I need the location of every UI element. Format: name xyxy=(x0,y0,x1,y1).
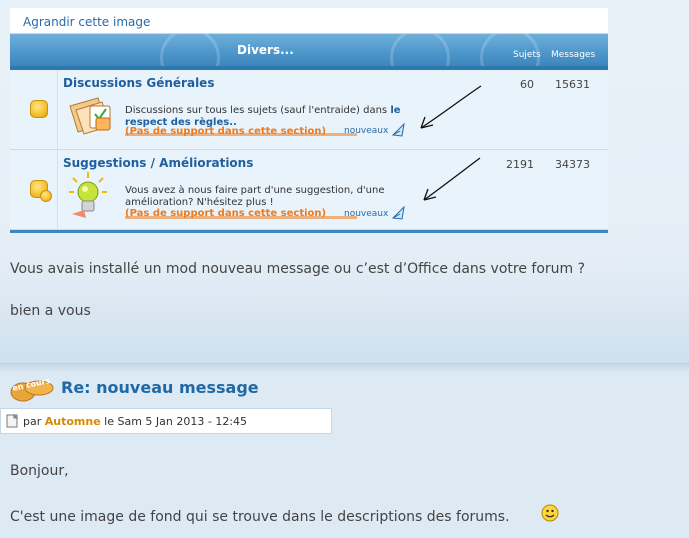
post-author-bar: par Automne le Sam 5 Jan 2013 - 12:45 xyxy=(0,408,332,434)
post-text-line: bien a vous xyxy=(10,303,91,319)
post-text-line: Vous avais installé un mod nouveau messa… xyxy=(10,261,586,277)
new-posts-label[interactable]: nouveaux xyxy=(344,126,388,136)
post-text-line: C'est une image de fond qui se trouve da… xyxy=(10,509,510,525)
enlarge-image-bar: Agrandir cette image xyxy=(10,8,608,34)
rules-link-part1[interactable]: le xyxy=(390,105,400,116)
topics-count: 2191 xyxy=(506,158,534,171)
hand-drawn-arrow xyxy=(420,85,482,129)
forum-status-icon-small xyxy=(40,190,52,202)
new-posts-icon[interactable] xyxy=(392,123,406,137)
col-topics: Sujets xyxy=(513,50,541,60)
author-line: par Automne le Sam 5 Jan 2013 - 12:45 xyxy=(23,415,247,428)
topics-count: 60 xyxy=(520,78,534,91)
forum-title-link[interactable]: Discussions Générales xyxy=(63,76,214,90)
forum-row: Suggestions / Améliorations Vous avez à … xyxy=(10,150,608,230)
col-messages: Messages xyxy=(551,50,596,60)
messages-count: 15631 xyxy=(555,78,590,91)
status-cell xyxy=(18,150,58,230)
post-date: le Sam 5 Jan 2013 - 12:45 xyxy=(104,415,248,428)
hand-drawn-arrow xyxy=(423,157,481,201)
smiley-icon xyxy=(541,504,559,522)
post-title[interactable]: Re: nouveau message xyxy=(61,378,259,397)
new-posts-label[interactable]: nouveaux xyxy=(344,209,388,219)
forum-description: Vous avez à nous faire part d'une sugges… xyxy=(125,185,385,196)
messages-count: 34373 xyxy=(555,158,590,171)
shot-bottom-border xyxy=(10,230,608,233)
forum-status-icon xyxy=(30,100,48,118)
category-title: Divers... xyxy=(237,43,294,57)
no-support-warning: (Pas de support dans cette section) xyxy=(125,208,327,219)
post-separator xyxy=(0,363,689,373)
folders-icon xyxy=(69,97,111,135)
category-header: Divers... Sujets Messages xyxy=(10,34,608,88)
forum-screenshot-image: Divers... Sujets Messages Discussions Gé… xyxy=(10,34,608,233)
lightbulb-icon xyxy=(69,172,107,218)
document-icon[interactable] xyxy=(5,414,19,428)
desc-text: Discussions sur tous les sujets (sauf l'… xyxy=(125,105,388,116)
forum-description: Discussions sur tous les sujets (sauf l'… xyxy=(125,105,401,117)
enlarge-image-link[interactable]: Agrandir cette image xyxy=(23,15,150,29)
new-posts-icon[interactable] xyxy=(392,206,406,220)
forum-title-link[interactable]: Suggestions / Améliorations xyxy=(63,156,253,170)
status-cell xyxy=(18,70,58,150)
author-name-link[interactable]: Automne xyxy=(45,415,101,428)
by-label: par xyxy=(23,415,42,428)
post-greeting: Bonjour, xyxy=(10,463,69,479)
forum-row: Discussions Générales Discussions sur to… xyxy=(10,70,608,150)
post-content: Agrandir cette image Divers... Sujets Me… xyxy=(0,0,689,363)
no-support-warning: (Pas de support dans cette section) xyxy=(125,126,327,137)
